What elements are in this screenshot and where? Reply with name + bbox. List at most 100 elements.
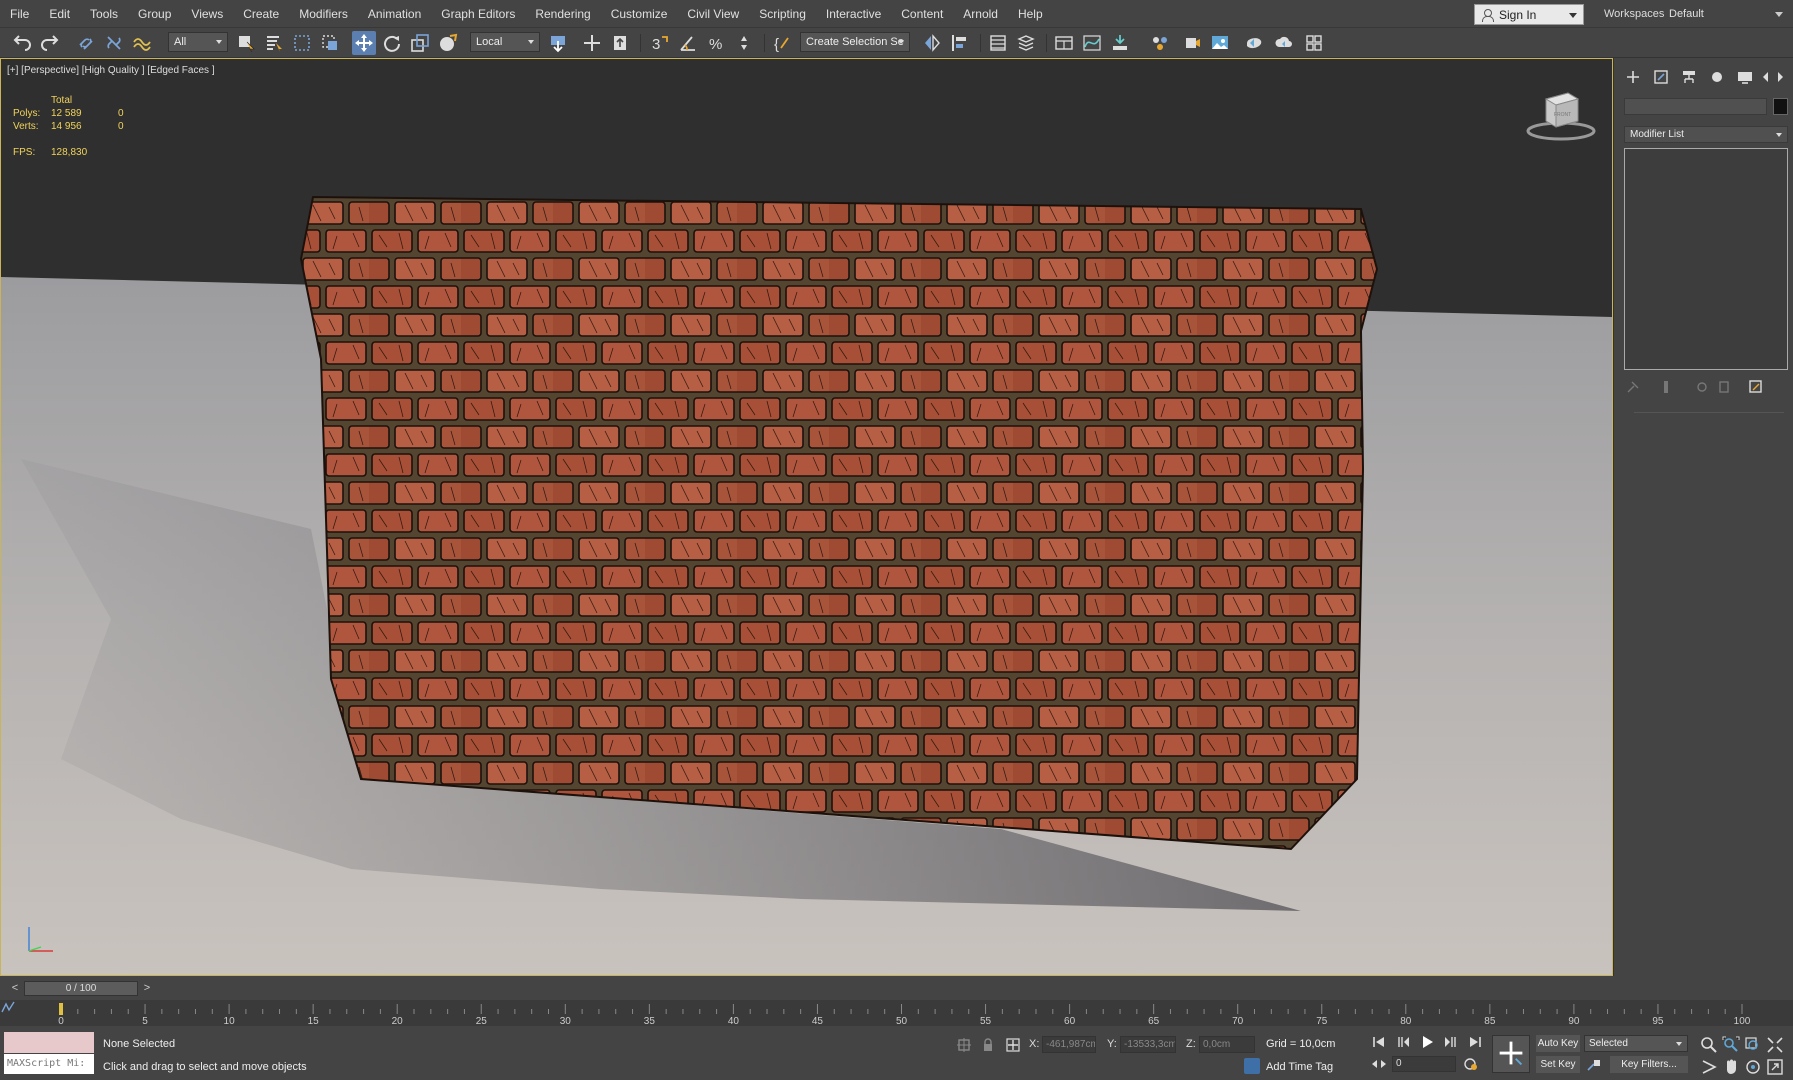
pan-view-icon[interactable] [1722,1058,1740,1076]
workspaces-dropdown[interactable]: Default [1664,4,1789,25]
named-selection-dropdown[interactable]: Create Selection Se [800,32,910,52]
angle-snap-icon[interactable] [676,31,700,55]
keyboard-shortcut-override-icon[interactable] [608,31,632,55]
key-mode-toggle-icon[interactable] [1370,1056,1388,1072]
previous-frame-icon[interactable] [1394,1034,1412,1050]
panel-scroll-right-icon[interactable] [1774,68,1786,86]
window-crossing-icon[interactable] [318,31,342,55]
previous-frame-button[interactable]: < [8,980,22,996]
menu-file[interactable]: File [0,0,39,28]
orbit-icon[interactable] [1744,1058,1762,1076]
zoom-extents-all-icon[interactable] [1766,1036,1784,1054]
align-icon[interactable] [948,31,972,55]
rendered-frame-window-icon[interactable] [1208,31,1232,55]
sign-in-button[interactable]: Sign In [1474,4,1584,25]
render-setup-icon[interactable] [1180,31,1204,55]
menu-edit[interactable]: Edit [39,0,80,28]
layer-explorer-icon[interactable] [1014,31,1038,55]
add-time-tag-button[interactable]: Add Time Tag [1266,1061,1333,1073]
display-tab-icon[interactable] [1736,68,1754,86]
viewcube[interactable]: FRONT [1524,87,1598,143]
z-coordinate-field[interactable]: 0,0cm [1199,1036,1255,1053]
maxscript-input[interactable]: MAXScript Mi: [4,1054,94,1074]
track-bar[interactable]: 0 5 10 15 20 25 30 35 40 45 50 55 60 65 70 75 80 85 90 95 10… [0,1000,1793,1026]
render-in-cloud-icon[interactable] [1272,31,1296,55]
select-and-rotate-icon[interactable] [380,31,404,55]
go-to-end-icon[interactable] [1466,1034,1484,1050]
field-of-view-icon[interactable] [1700,1058,1718,1076]
menu-customize[interactable]: Customize [601,0,678,28]
menu-content[interactable]: Content [891,0,953,28]
play-icon[interactable] [1418,1034,1436,1050]
modifier-stack[interactable] [1624,148,1788,370]
selection-lock-icon[interactable] [980,1037,996,1053]
menu-group[interactable]: Group [128,0,181,28]
next-frame-button[interactable]: > [140,980,154,996]
time-slider-thumb[interactable]: 0 / 100 [24,981,138,996]
key-filters-button[interactable]: Key Filters... [1610,1056,1688,1073]
auto-key-button[interactable]: Auto Key [1536,1035,1580,1052]
select-by-name-icon[interactable] [262,31,286,55]
material-editor-icon[interactable] [1148,31,1172,55]
select-and-place-icon[interactable] [436,31,460,55]
key-filter-toggle-icon[interactable] [1586,1057,1602,1073]
redo-icon[interactable] [38,31,62,55]
maxscript-output[interactable] [4,1032,94,1053]
modifier-list-dropdown[interactable]: Modifier List [1624,126,1788,143]
bind-space-warp-icon[interactable] [130,31,154,55]
select-and-move-icon[interactable] [352,31,376,55]
time-tag-icon[interactable] [1244,1058,1260,1074]
object-name-field[interactable] [1624,98,1767,115]
zoom-icon[interactable] [1700,1036,1718,1054]
select-manipulate-icon[interactable] [580,31,604,55]
toggle-ribbon-icon[interactable] [1052,31,1076,55]
spinner-snap-icon[interactable] [732,31,756,55]
isolate-selection-icon[interactable] [956,1037,972,1053]
current-frame-field[interactable]: 0 [1392,1056,1456,1072]
menu-interactive[interactable]: Interactive [816,0,891,28]
set-keys-big-button[interactable] [1492,1035,1530,1073]
next-frame-icon[interactable] [1442,1034,1460,1050]
scene-explorer-icon[interactable] [986,31,1010,55]
perspective-viewport[interactable]: [+] [Perspective] [High Quality ] [Edged… [0,58,1613,976]
menu-arnold[interactable]: Arnold [953,0,1008,28]
maximize-viewport-icon[interactable] [1766,1058,1784,1076]
object-color-swatch[interactable] [1773,98,1788,115]
link-icon[interactable] [74,31,98,55]
motion-tab-icon[interactable] [1708,68,1726,86]
x-coordinate-field[interactable]: -461,987cm [1042,1036,1096,1053]
select-and-scale-icon[interactable] [408,31,432,55]
menu-scripting[interactable]: Scripting [749,0,816,28]
unlink-icon[interactable] [102,31,126,55]
selection-filter-dropdown[interactable]: All [168,32,228,52]
panel-scroll-left-icon[interactable] [1760,68,1772,86]
menu-tools[interactable]: Tools [80,0,128,28]
pivot-center-icon[interactable] [546,31,570,55]
zoom-all-icon[interactable] [1722,1036,1740,1054]
modify-tab-icon[interactable] [1652,68,1670,86]
menu-create[interactable]: Create [233,0,289,28]
absolute-mode-icon[interactable] [1005,1037,1021,1053]
undo-icon[interactable] [10,31,34,55]
percent-snap-icon[interactable]: % [704,31,728,55]
menu-views[interactable]: Views [181,0,233,28]
edit-named-selection-icon[interactable]: { [770,31,794,55]
reference-coordinate-dropdown[interactable]: Local [470,32,540,52]
go-to-start-icon[interactable] [1370,1034,1388,1050]
set-key-button[interactable]: Set Key [1536,1056,1580,1073]
hierarchy-tab-icon[interactable] [1680,68,1698,86]
time-configuration-icon[interactable] [1462,1056,1480,1072]
render-grid-icon[interactable] [1302,31,1326,55]
schematic-view-icon[interactable] [1108,31,1132,55]
viewport-label[interactable]: [+] [Perspective] [High Quality ] [Edged… [7,65,215,76]
menu-modifiers[interactable]: Modifiers [289,0,358,28]
menu-graph-editors[interactable]: Graph Editors [431,0,525,28]
snaps-toggle-icon[interactable]: 3 [648,31,672,55]
menu-help[interactable]: Help [1008,0,1053,28]
curve-editor-icon[interactable] [1080,31,1104,55]
render-production-icon[interactable] [1242,31,1266,55]
menu-civil-view[interactable]: Civil View [677,0,749,28]
menu-rendering[interactable]: Rendering [525,0,600,28]
mirror-icon[interactable] [920,31,944,55]
select-object-icon[interactable] [234,31,258,55]
